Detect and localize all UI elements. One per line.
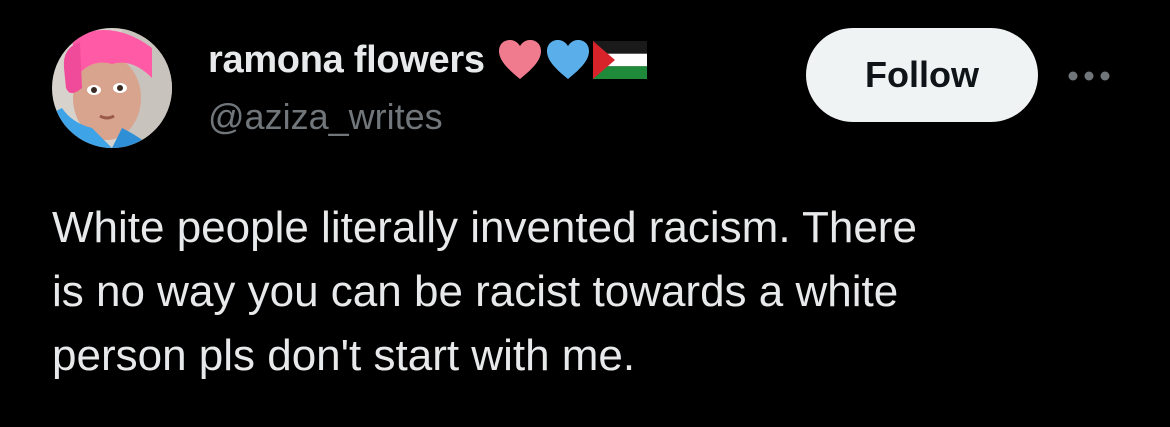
name-badges: [497, 39, 647, 81]
pink-heart-icon: [498, 40, 541, 79]
follow-button[interactable]: Follow: [806, 28, 1038, 122]
author-name-row: ramona flowers: [208, 36, 647, 84]
more-options-button[interactable]: [1064, 56, 1114, 96]
blue-heart-icon: [546, 40, 589, 79]
avatar[interactable]: [52, 28, 172, 148]
tweet-card: ramona flowers @aziza_writes Follow Whit…: [0, 0, 1170, 427]
author-handle[interactable]: @aziza_writes: [208, 96, 443, 138]
tweet-text: White people literally invented racism. …: [52, 203, 917, 380]
ellipsis-icon: [1068, 71, 1110, 81]
palestine-flag-icon: [592, 41, 647, 79]
display-name[interactable]: ramona flowers: [208, 39, 485, 82]
profile-photo-icon: [52, 28, 172, 148]
